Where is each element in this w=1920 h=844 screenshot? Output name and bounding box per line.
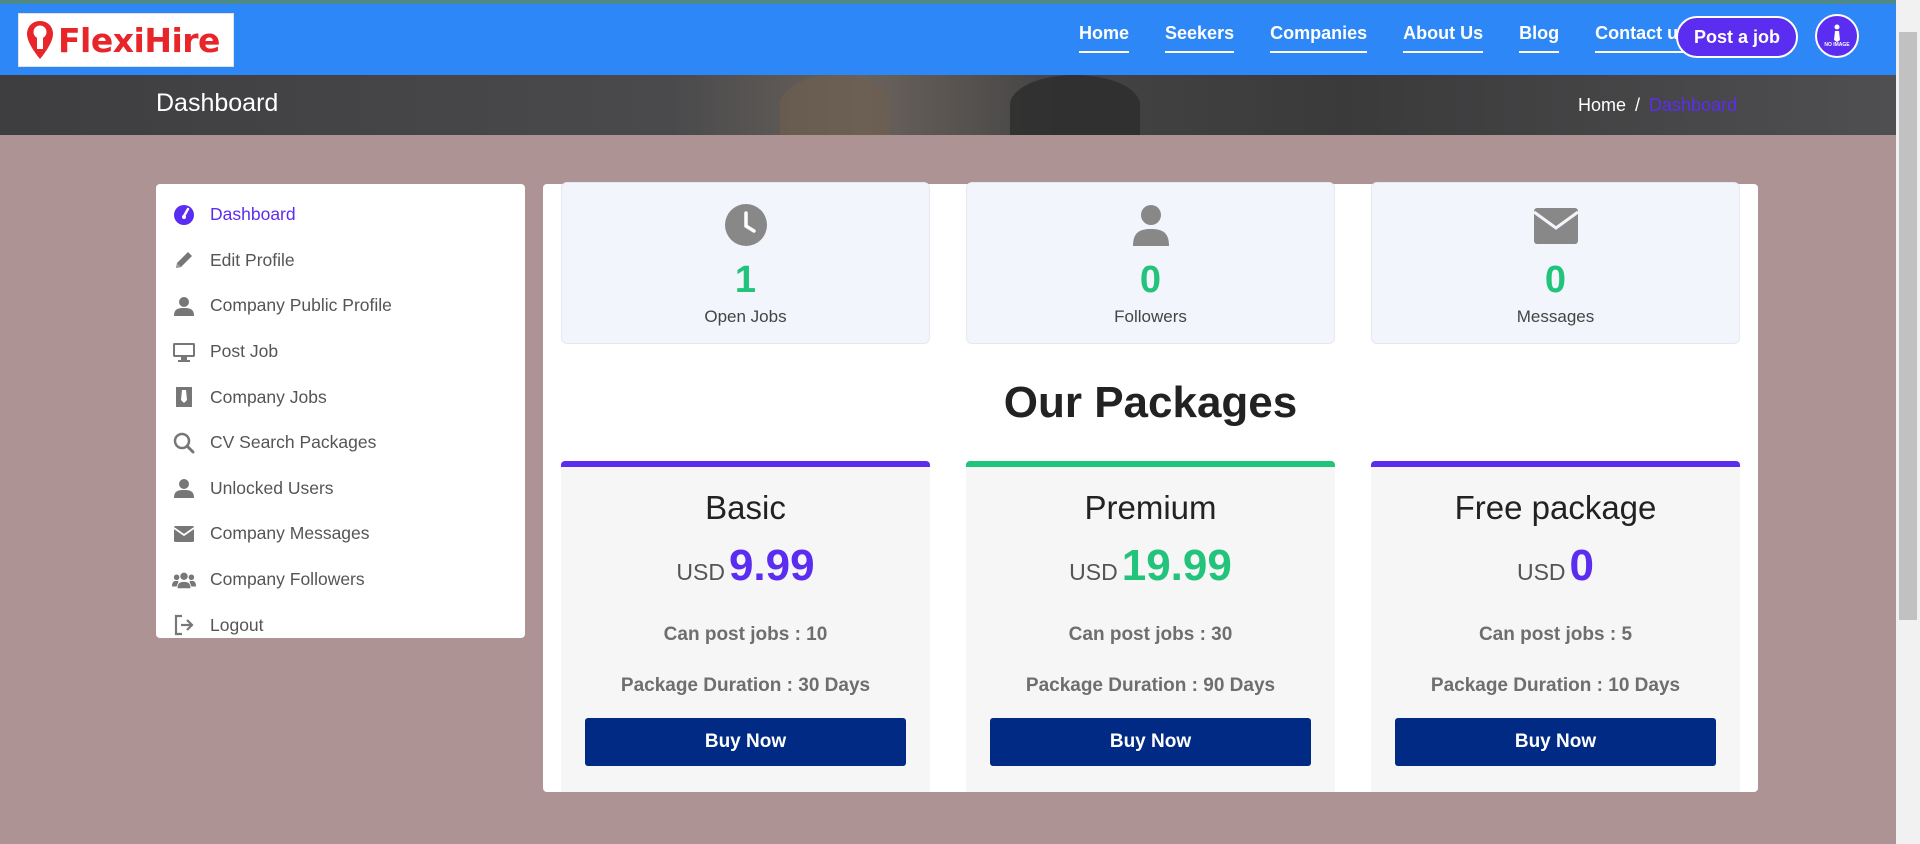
breadcrumb-separator: / xyxy=(1635,95,1641,115)
sidebar-item-label: Company Messages xyxy=(210,523,370,544)
nav-contact-us[interactable]: Contact us xyxy=(1595,4,1689,53)
nav-about-us[interactable]: About Us xyxy=(1403,4,1484,53)
package-price: USD0 xyxy=(1371,541,1740,591)
sidebar-item-post-job[interactable]: Post Job xyxy=(156,329,525,375)
sidebar-item-company-jobs[interactable]: Company Jobs xyxy=(156,374,525,420)
sidebar-item-edit-profile[interactable]: Edit Profile xyxy=(156,238,525,284)
top-navbar: FlexiHire Home Seekers Companies About U… xyxy=(0,4,1920,75)
sidebar-item-company-followers[interactable]: Company Followers xyxy=(156,557,525,603)
tie-icon xyxy=(172,385,196,409)
package-job-limit: Can post jobs : 30 xyxy=(1068,624,1233,645)
post-a-job-button[interactable]: Post a job xyxy=(1676,16,1798,58)
package-job-limit: Can post jobs : 5 xyxy=(1478,624,1633,645)
package-amount: 19.99 xyxy=(1121,541,1232,590)
nav-seekers[interactable]: Seekers xyxy=(1165,4,1235,53)
breadcrumb: Home / Dashboard xyxy=(1578,95,1737,116)
stat-label: Messages xyxy=(1516,307,1595,326)
package-amount: 0 xyxy=(1569,541,1595,590)
breadcrumb-current: Dashboard xyxy=(1649,95,1738,115)
sidebar-item-logout[interactable]: Logout xyxy=(156,602,525,648)
scrollbar-thumb[interactable] xyxy=(1899,32,1917,620)
breadcrumb-home-link[interactable]: Home xyxy=(1578,95,1626,115)
user-icon xyxy=(967,203,1334,247)
dashboard-gauge-icon xyxy=(172,203,196,227)
sidebar-item-unlocked-users[interactable]: Unlocked Users xyxy=(156,466,525,512)
stat-label: Open Jobs xyxy=(704,307,787,326)
sidebar-item-label: Logout xyxy=(210,614,264,635)
sidebar-item-label: Edit Profile xyxy=(210,249,295,270)
banner-background-figure xyxy=(1010,75,1140,135)
package-currency: USD xyxy=(1516,559,1566,585)
tie-icon xyxy=(1834,24,1840,42)
package-name: Free package xyxy=(1454,489,1657,526)
sidebar-item-label: Company Followers xyxy=(210,569,365,590)
package-name: Basic xyxy=(705,489,786,526)
stat-value: 0 xyxy=(1139,259,1162,301)
user-icon xyxy=(172,294,196,318)
sidebar-item-label: Unlocked Users xyxy=(210,477,334,498)
sidebar-item-company-public-profile[interactable]: Company Public Profile xyxy=(156,283,525,329)
nav-home[interactable]: Home xyxy=(1079,4,1130,53)
package-currency: USD xyxy=(676,559,725,585)
package-card-basic: Basic USD9.99 Can post jobs : 10 Package… xyxy=(561,461,930,792)
package-duration: Package Duration : 90 Days xyxy=(1025,675,1276,696)
stat-value: 0 xyxy=(1544,259,1567,301)
stat-card-open-jobs[interactable]: 1 Open Jobs xyxy=(561,182,930,344)
package-duration: Package Duration : 30 Days xyxy=(620,675,871,696)
main-nav: Home Seekers Companies About Us Blog Con… xyxy=(1079,4,1706,75)
page-banner: Dashboard Home / Dashboard xyxy=(0,75,1920,135)
site-logo[interactable]: FlexiHire xyxy=(18,13,234,67)
package-price: USD19.99 xyxy=(966,541,1335,591)
location-pin-icon xyxy=(27,21,53,59)
sidebar-item-label: Post Job xyxy=(210,341,279,362)
sidebar-item-label: CV Search Packages xyxy=(210,432,377,453)
sidebar-item-cv-search-packages[interactable]: CV Search Packages xyxy=(156,420,525,466)
sidebar-item-company-messages[interactable]: Company Messages xyxy=(156,511,525,557)
page-title: Dashboard xyxy=(156,89,279,117)
sidebar-item-label: Company Jobs xyxy=(210,386,327,407)
package-name: Premium xyxy=(1084,489,1217,526)
package-job-limit: Can post jobs : 10 xyxy=(663,624,828,645)
sidebar-item-label: Dashboard xyxy=(210,204,296,225)
buy-now-button[interactable]: Buy Now xyxy=(1395,718,1716,766)
search-icon xyxy=(172,431,196,455)
envelope-icon xyxy=(172,522,196,546)
dashboard-sidebar: Dashboard Edit Profile Company Public Pr… xyxy=(156,184,525,638)
package-price: USD9.99 xyxy=(561,541,930,591)
sign-out-icon xyxy=(172,613,196,637)
package-card-free: Free package USD0 Can post jobs : 5 Pack… xyxy=(1371,461,1740,792)
packages-heading: Our Packages xyxy=(1003,378,1298,427)
desktop-icon xyxy=(172,340,196,364)
sidebar-item-label: Company Public Profile xyxy=(210,295,392,316)
package-duration: Package Duration : 10 Days xyxy=(1430,675,1681,696)
nav-blog[interactable]: Blog xyxy=(1519,4,1560,53)
user-avatar[interactable]: NO IMAGE xyxy=(1815,14,1859,58)
pencil-icon xyxy=(172,248,196,272)
users-icon xyxy=(172,568,196,592)
buy-now-button[interactable]: Buy Now xyxy=(585,718,906,766)
nav-companies[interactable]: Companies xyxy=(1270,4,1368,53)
stat-card-followers[interactable]: 0 Followers xyxy=(966,182,1335,344)
package-amount: 9.99 xyxy=(728,541,815,590)
stat-label: Followers xyxy=(1114,307,1187,326)
stat-value: 1 xyxy=(734,259,757,301)
dashboard-main-panel: 1 Open Jobs 0 Followers 0 Messages Our P… xyxy=(543,182,1758,792)
package-card-premium: Premium USD19.99 Can post jobs : 30 Pack… xyxy=(966,461,1335,792)
avatar-no-image-text: NO IMAGE xyxy=(1824,42,1850,48)
stat-card-messages[interactable]: 0 Messages xyxy=(1371,182,1740,344)
envelope-icon xyxy=(1372,203,1739,245)
user-icon xyxy=(172,476,196,500)
banner-background-figure xyxy=(780,75,890,135)
buy-now-button[interactable]: Buy Now xyxy=(990,718,1311,766)
logo-text: FlexiHire xyxy=(58,20,220,60)
sidebar-item-dashboard[interactable]: Dashboard xyxy=(156,192,525,238)
clock-icon xyxy=(562,203,929,247)
package-currency: USD xyxy=(1069,559,1118,585)
